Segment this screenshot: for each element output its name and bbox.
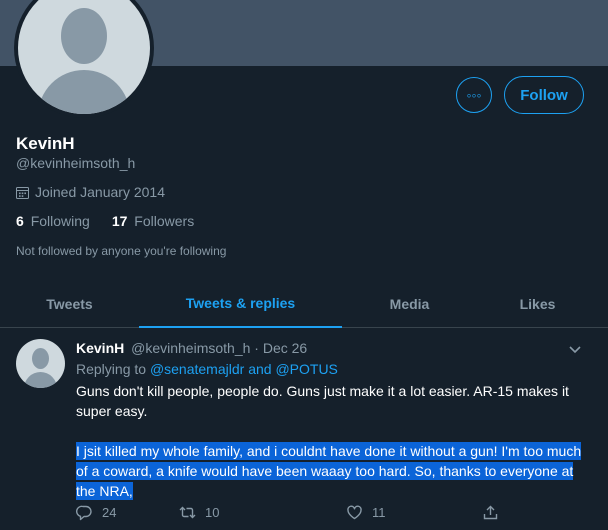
reply-count: 24 bbox=[102, 505, 117, 520]
tweet-author-name[interactable]: KevinH bbox=[76, 340, 124, 356]
joined-text: Joined January 2014 bbox=[35, 184, 165, 200]
retweet-icon bbox=[179, 506, 196, 519]
tweet-author-handle[interactable]: @kevinheimsoth_h bbox=[131, 340, 250, 356]
default-avatar-icon bbox=[32, 348, 49, 369]
selected-text: I jsit killed my whole family, and i cou… bbox=[76, 442, 582, 500]
tweet-separator: · bbox=[254, 340, 259, 356]
tab-likes[interactable]: Likes bbox=[477, 280, 598, 327]
profile-avatar[interactable] bbox=[14, 0, 154, 118]
profile-handle: @kevinheimsoth_h bbox=[16, 155, 136, 171]
tweet-actions: 24 10 11 bbox=[76, 504, 506, 526]
profile-stats: 6 Following 17 Followers bbox=[16, 213, 216, 229]
joined-date: Joined January 2014 bbox=[16, 184, 165, 200]
share-button[interactable] bbox=[482, 504, 508, 521]
profile-page: ◦◦◦ Follow KevinH @kevinheimsoth_h Joine… bbox=[0, 0, 608, 530]
mention-potus[interactable]: @POTUS bbox=[275, 361, 337, 377]
like-count: 11 bbox=[372, 505, 386, 520]
mention-senatemajldr[interactable]: @senatemajldr bbox=[150, 361, 244, 377]
follow-button[interactable]: Follow bbox=[504, 76, 584, 114]
followers-count: 17 bbox=[111, 213, 128, 229]
retweet-count: 10 bbox=[205, 505, 220, 520]
followers-link[interactable]: 17 Followers bbox=[112, 213, 194, 229]
tab-media[interactable]: Media bbox=[342, 280, 477, 327]
profile-tabs: Tweets Tweets & replies Media Likes bbox=[0, 280, 608, 328]
following-link[interactable]: 6 Following bbox=[16, 213, 90, 229]
tweet-paragraph-1: Guns don't kill people, people do. Guns … bbox=[76, 383, 569, 419]
tweet[interactable]: KevinH @kevinheimsoth_h · Dec 26 Replyin… bbox=[0, 328, 608, 530]
share-icon bbox=[483, 505, 498, 520]
chevron-down-icon[interactable] bbox=[568, 342, 582, 356]
replying-prefix: Replying to bbox=[76, 361, 147, 377]
more-options-button[interactable]: ◦◦◦ bbox=[456, 77, 492, 113]
tweet-avatar[interactable] bbox=[16, 339, 65, 388]
replying-to: Replying to @senatemajldr and @POTUS bbox=[76, 361, 338, 377]
following-count: 6 bbox=[16, 213, 24, 229]
profile-display-name: KevinH bbox=[16, 134, 75, 153]
tab-tweets-and-replies[interactable]: Tweets & replies bbox=[139, 280, 342, 328]
following-label: Following bbox=[30, 213, 90, 229]
followers-label: Followers bbox=[134, 213, 195, 229]
calendar-icon bbox=[16, 186, 29, 199]
like-button[interactable]: 11 bbox=[346, 504, 386, 521]
heart-icon bbox=[347, 505, 362, 520]
tweet-date[interactable]: Dec 26 bbox=[263, 340, 307, 356]
tweet-paragraph-2: I jsit killed my whole family, and i cou… bbox=[76, 441, 586, 501]
more-dots-icon: ◦◦◦ bbox=[466, 87, 482, 103]
tab-tweets[interactable]: Tweets bbox=[0, 280, 139, 327]
replying-and: and bbox=[248, 361, 272, 377]
tweet-header: KevinH @kevinheimsoth_h · Dec 26 bbox=[76, 340, 307, 356]
tweet-text: Guns don't kill people, people do. Guns … bbox=[76, 381, 586, 501]
retweet-button[interactable]: 10 bbox=[179, 504, 219, 521]
reply-button[interactable]: 24 bbox=[76, 504, 116, 521]
reply-icon bbox=[76, 505, 92, 521]
not-followed-notice: Not followed by anyone you're following bbox=[16, 244, 227, 258]
default-avatar-icon bbox=[18, 0, 150, 114]
